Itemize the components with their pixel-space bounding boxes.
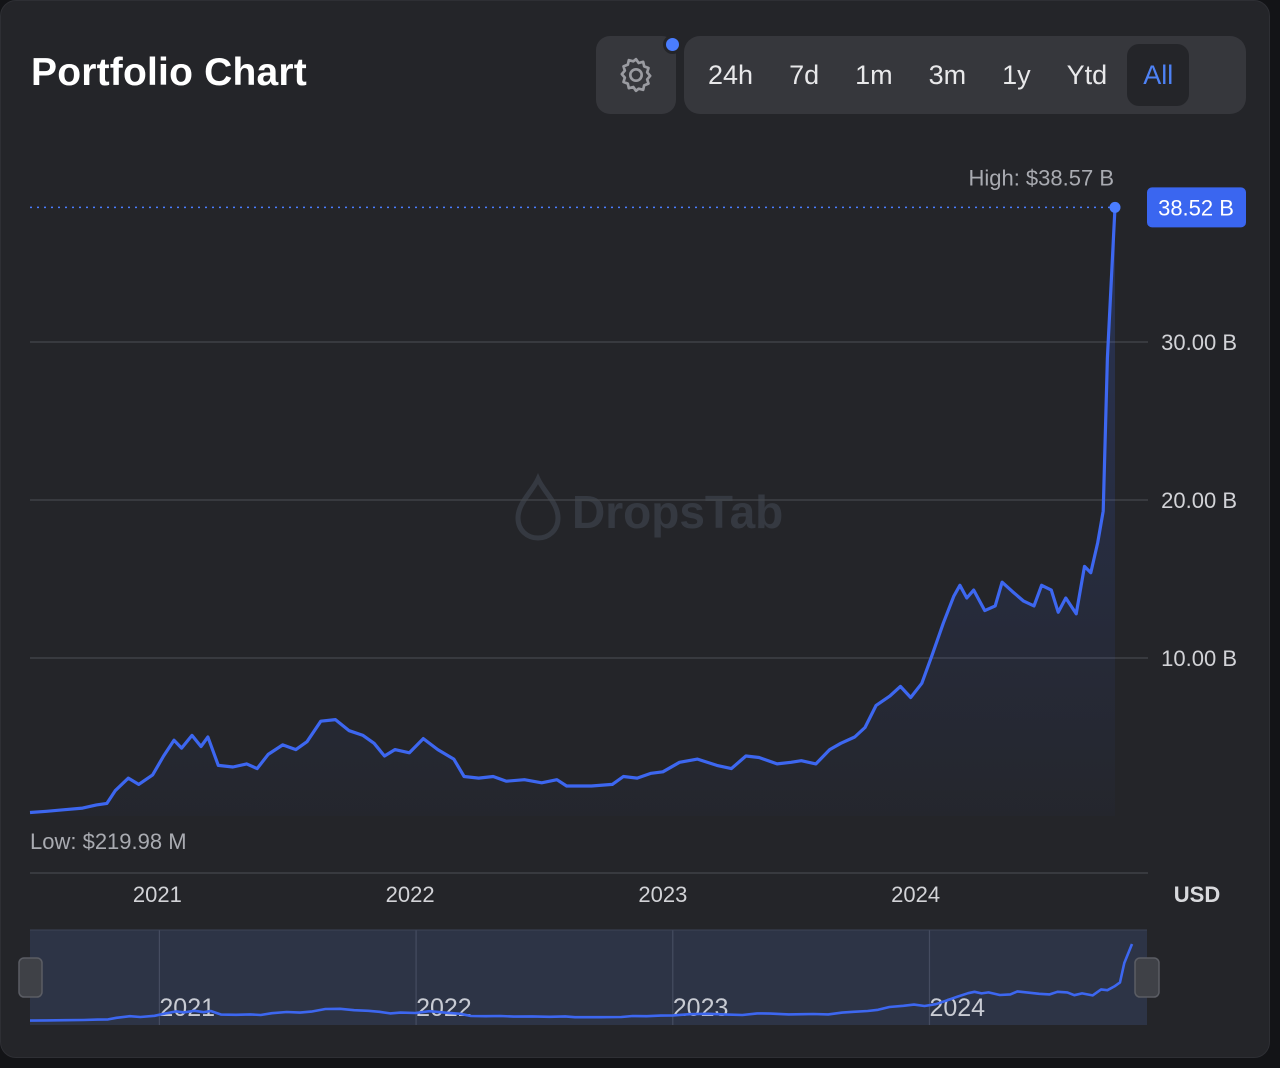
navigator-tick-label: 2021 bbox=[159, 994, 215, 1022]
x-tick-label: 2021 bbox=[133, 882, 182, 907]
portfolio-chart: DropsTab 10.00 B 20.00 B 30.00 B 38.52 B High… bbox=[18, 165, 1246, 1025]
high-label: High: $38.57 B bbox=[968, 165, 1114, 190]
navigator-right-handle[interactable] bbox=[1134, 957, 1160, 998]
navigator-tick-label: 2022 bbox=[416, 994, 472, 1022]
watermark: DropsTab bbox=[515, 473, 783, 541]
watermark-text: DropsTab bbox=[572, 486, 783, 538]
y-tick-label: 10.00 B bbox=[1161, 646, 1237, 671]
current-value-label: 38.52 B bbox=[1158, 195, 1234, 220]
low-label: Low: $219.98 M bbox=[30, 829, 187, 854]
y-tick-label: 30.00 B bbox=[1161, 330, 1237, 355]
navigator-tick-label: 2024 bbox=[929, 994, 985, 1022]
x-tick-label: 2023 bbox=[638, 882, 687, 907]
currency-label: USD bbox=[1174, 882, 1220, 907]
y-tick-label: 20.00 B bbox=[1161, 488, 1237, 513]
navigator-tick-label: 2023 bbox=[673, 994, 729, 1022]
navigator-left-handle[interactable] bbox=[18, 957, 43, 998]
x-tick-label: 2024 bbox=[891, 882, 940, 907]
current-point[interactable] bbox=[1109, 201, 1121, 213]
drop-icon bbox=[515, 473, 561, 541]
x-tick-label: 2022 bbox=[386, 882, 435, 907]
